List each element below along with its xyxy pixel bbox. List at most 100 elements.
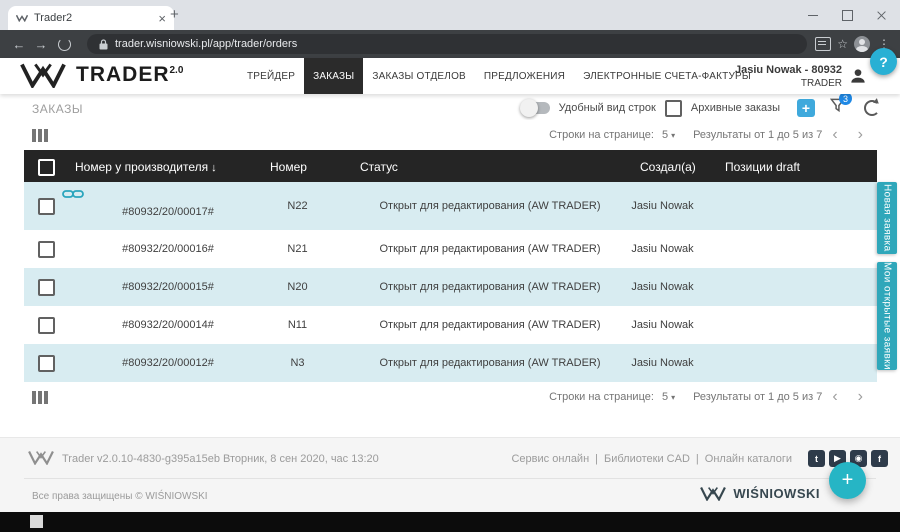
person-icon[interactable] bbox=[848, 66, 868, 86]
tab-close-icon[interactable]: × bbox=[158, 12, 166, 25]
cell-created-by: Jasiu Nowak bbox=[631, 319, 694, 331]
column-header-created-by[interactable]: Создал(а) bbox=[640, 160, 696, 174]
window-maximize-button[interactable] bbox=[830, 0, 864, 30]
help-button[interactable]: ? bbox=[870, 48, 897, 75]
translate-icon[interactable] bbox=[815, 37, 832, 51]
rows-per-page-value: 5 bbox=[661, 129, 669, 141]
rows-per-page-value: 5 bbox=[661, 391, 669, 403]
reload-icon[interactable] bbox=[58, 37, 71, 51]
select-all-checkbox[interactable] bbox=[38, 159, 55, 176]
table-controls-bottom: Строки на странице: 5 ▾ Результаты от 1 … bbox=[24, 382, 877, 412]
twitter-icon[interactable]: t bbox=[808, 450, 825, 467]
table-row[interactable]: #80932/20/00017# N22 Открыт для редактир… bbox=[24, 182, 877, 230]
new-tab-button[interactable]: + bbox=[170, 6, 179, 23]
brand-name: WIŚNIOWSKI bbox=[733, 486, 820, 501]
cell-status: Открыт для редактирования (AW TRADER) bbox=[379, 200, 601, 212]
taskbar-icon[interactable] bbox=[30, 515, 43, 528]
rows-per-page-select[interactable]: 5 ▾ bbox=[662, 391, 675, 403]
table-row[interactable]: #80932/20/00015# N20 Открыт для редактир… bbox=[24, 268, 877, 306]
footer-logo-icon bbox=[28, 451, 54, 465]
copyright-text: Все права защищены © WIŚNIOWSKI bbox=[32, 491, 208, 502]
toggle-knob bbox=[519, 99, 538, 117]
cell-number: N11 bbox=[287, 319, 308, 331]
table-header: Номер у производителя ↓ Номер Статус Созд… bbox=[24, 150, 877, 182]
filter-button[interactable]: 3 bbox=[829, 92, 852, 118]
rows-per-page-select[interactable]: 5 ▾ bbox=[662, 129, 675, 141]
row-checkbox[interactable] bbox=[38, 279, 55, 296]
window-close-button[interactable] bbox=[864, 0, 898, 30]
page-title: ЗАКАЗЫ bbox=[32, 102, 83, 116]
prev-page-button[interactable]: ‹ bbox=[822, 388, 847, 406]
browser-toolbar: ← → trader.wisniowski.pl/app/trader/orde… bbox=[0, 30, 900, 58]
toolbar-actions: Удобный вид строк Архивные заказы + 3 bbox=[519, 92, 880, 122]
archive-orders-checkbox[interactable] bbox=[664, 99, 682, 117]
cell-number: N3 bbox=[290, 357, 305, 369]
app-header: TRADER2.0 ТРЕЙДЕР ЗАКАЗЫ ЗАКАЗЫ ОТДЕЛОВ … bbox=[0, 58, 900, 94]
link-separator: | bbox=[595, 453, 599, 465]
table-row[interactable]: #80932/20/00012# N3 Открыт для редактиро… bbox=[24, 344, 877, 382]
refresh-button[interactable] bbox=[864, 100, 880, 116]
next-page-button[interactable]: › bbox=[848, 126, 873, 144]
column-label: Номер у производителя bbox=[75, 160, 209, 174]
address-bar[interactable]: trader.wisniowski.pl/app/trader/orders bbox=[87, 34, 808, 54]
forward-icon[interactable]: → bbox=[30, 37, 52, 52]
prev-page-button[interactable]: ‹ bbox=[822, 126, 847, 144]
pagination-bottom: Строки на странице: 5 ▾ Результаты от 1 … bbox=[549, 382, 873, 412]
cell-number: N20 bbox=[287, 281, 308, 293]
side-tab-my-open-requests[interactable]: Мои открытые заявки bbox=[877, 262, 897, 370]
tab-title: Trader2 bbox=[34, 12, 73, 24]
nav-item-dept-orders[interactable]: ЗАКАЗЫ ОТДЕЛОВ bbox=[363, 58, 475, 94]
column-header-status[interactable]: Статус bbox=[360, 160, 398, 174]
column-header-manufacturer-no[interactable]: Номер у производителя ↓ bbox=[75, 160, 217, 174]
caret-down-icon: ▾ bbox=[671, 392, 676, 402]
cell-status: Открыт для редактирования (AW TRADER) bbox=[379, 319, 601, 331]
row-checkbox[interactable] bbox=[38, 355, 55, 372]
nav-item-trader[interactable]: ТРЕЙДЕР bbox=[238, 58, 304, 94]
columns-icon[interactable] bbox=[32, 391, 48, 404]
comfortable-view-toggle[interactable] bbox=[519, 99, 550, 117]
footer-link-service[interactable]: Сервис онлайн bbox=[511, 453, 589, 465]
column-header-draft-positions[interactable]: Позиции draft bbox=[725, 160, 800, 174]
link-icon[interactable] bbox=[62, 188, 84, 200]
bookmark-star-icon[interactable]: ☆ bbox=[837, 38, 848, 50]
footer-link-cad[interactable]: Библиотеки CAD bbox=[604, 453, 690, 465]
cell-created-by: Jasiu Nowak bbox=[631, 281, 694, 293]
cell-number: N22 bbox=[287, 200, 308, 212]
browser-profile-avatar[interactable] bbox=[854, 36, 870, 52]
footer-links: Сервис онлайн | Библиотеки CAD | Онлайн … bbox=[511, 453, 792, 465]
window-minimize-button[interactable] bbox=[796, 0, 830, 30]
user-info[interactable]: Jasiu Nowak - 80932 TRADER bbox=[735, 63, 842, 90]
nav-item-orders[interactable]: ЗАКАЗЫ bbox=[304, 58, 364, 94]
new-order-fab[interactable]: + bbox=[829, 462, 866, 499]
row-checkbox[interactable] bbox=[38, 317, 55, 334]
row-checkbox[interactable] bbox=[38, 241, 55, 258]
cell-manufacturer-no: #80932/20/00017# bbox=[122, 205, 214, 218]
cell-created-by: Jasiu Nowak bbox=[631, 243, 694, 255]
browser-tab[interactable]: Trader2 × bbox=[8, 6, 174, 30]
row-checkbox[interactable] bbox=[38, 198, 55, 215]
cell-number: N21 bbox=[287, 243, 308, 255]
trader-logo-icon bbox=[20, 63, 66, 88]
add-order-button[interactable]: + bbox=[797, 99, 815, 117]
footer-link-catalogs[interactable]: Онлайн каталоги bbox=[705, 453, 792, 465]
back-icon[interactable]: ← bbox=[8, 37, 30, 52]
url-text: trader.wisniowski.pl/app/trader/orders bbox=[115, 38, 298, 50]
column-header-number[interactable]: Номер bbox=[270, 160, 307, 174]
results-label: Результаты от 1 до 5 из 7 bbox=[693, 129, 823, 141]
columns-icon[interactable] bbox=[32, 129, 48, 142]
pagination-top: Строки на странице: 5 ▾ Результаты от 1 … bbox=[549, 120, 873, 150]
wisniowski-logo-icon bbox=[700, 487, 727, 501]
side-tab-new-request[interactable]: Новая заявка bbox=[877, 182, 897, 254]
next-page-button[interactable]: › bbox=[848, 388, 873, 406]
nav-item-einvoices[interactable]: ЭЛЕКТРОННЫЕ СЧЕТА-ФАКТУРЫ bbox=[574, 58, 760, 94]
nav-item-offers[interactable]: ПРЕДЛОЖЕНИЯ bbox=[475, 58, 574, 94]
table-row[interactable]: #80932/20/00016# N21 Открыт для редактир… bbox=[24, 230, 877, 269]
comfortable-view-label: Удобный вид строк bbox=[558, 102, 656, 114]
table-row[interactable]: #80932/20/00014# N11 Открыт для редактир… bbox=[24, 306, 877, 345]
facebook-icon[interactable]: f bbox=[871, 450, 888, 467]
cell-manufacturer-no: #80932/20/00016# bbox=[122, 243, 214, 255]
rows-per-page-label: Строки на странице: bbox=[549, 129, 654, 141]
app-logo[interactable]: TRADER2.0 bbox=[20, 62, 183, 88]
archive-orders-label: Архивные заказы bbox=[690, 102, 780, 114]
close-icon bbox=[876, 10, 887, 21]
